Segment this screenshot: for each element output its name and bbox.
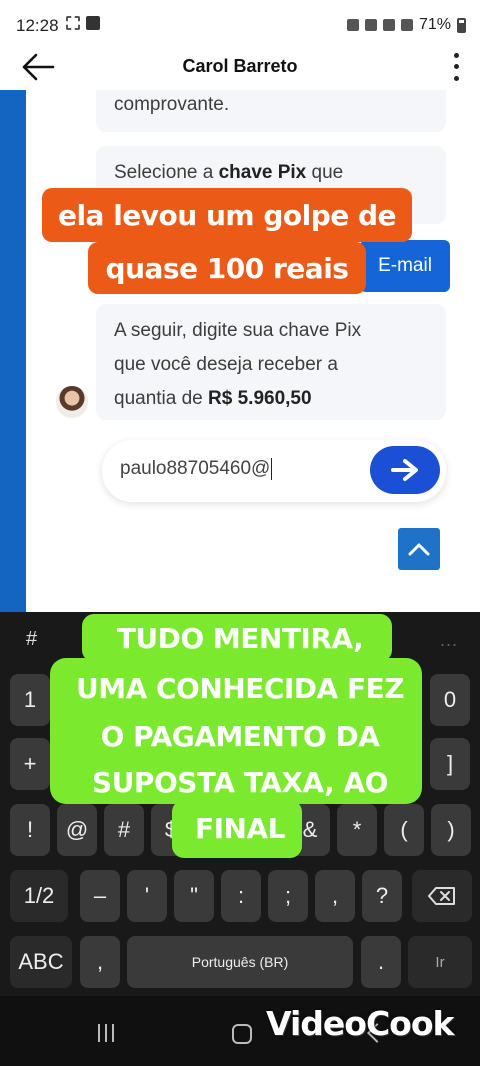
key-comma-symbol[interactable]: , <box>315 870 355 922</box>
message-text: que <box>306 162 344 183</box>
message-line: quantia de R$ 5.960,50 <box>114 382 428 416</box>
message-line: A seguir, digite sua chave Pix <box>114 320 362 341</box>
mute-icon <box>364 19 377 31</box>
caption-orange-line2: quase 100 reais <box>88 242 366 294</box>
message-text: quantia de <box>114 388 209 409</box>
recents-icon <box>98 1024 100 1042</box>
text-caret <box>271 458 273 480</box>
battery-percent: 71% <box>418 16 451 33</box>
caption-green-line5: FINAL <box>195 812 286 845</box>
message-line: que você deseja receber a <box>114 354 338 375</box>
caption-green-line1: TUDO MENTIRA, <box>116 622 364 655</box>
puzzle-icon <box>86 16 100 30</box>
status-bar: 12:28 71% <box>0 0 480 48</box>
comma-key[interactable]: , <box>80 936 120 988</box>
more-dot-icon <box>453 75 459 81</box>
amount-value: R$ 5.960,50 <box>208 388 312 409</box>
backspace-key[interactable] <box>412 870 472 922</box>
more-dot-icon <box>453 53 459 59</box>
abc-key[interactable]: ABC <box>10 936 72 988</box>
key-question[interactable]: ? <box>362 870 402 922</box>
keyboard-options-icon[interactable]: ... <box>440 630 458 651</box>
input-text: paulo88705460@ <box>120 458 271 480</box>
status-right: 71% <box>346 16 466 34</box>
message-bubble: A seguir, digite sua chave Pix que você … <box>96 304 446 420</box>
key-semicolon[interactable]: ; <box>268 870 308 922</box>
symbol-toggle[interactable]: # <box>26 628 37 651</box>
scroll-to-top-button[interactable] <box>398 528 440 570</box>
watermark-logo: VideoCook <box>266 1004 454 1043</box>
side-stripe <box>0 90 26 612</box>
alarm-icon <box>346 19 359 31</box>
backspace-icon <box>428 887 455 905</box>
caption-green-line4: SUPOSTA TAXA, AO <box>92 766 388 799</box>
key-colon[interactable]: : <box>221 870 261 922</box>
more-dot-icon <box>453 64 459 70</box>
recents-icon <box>105 1024 107 1042</box>
battery-icon <box>457 17 466 33</box>
avatar <box>56 386 88 418</box>
message-bubble: comprovante. <box>96 90 446 132</box>
key-apostrophe[interactable]: ' <box>127 870 167 922</box>
status-time: 12:28 <box>16 16 59 35</box>
space-key[interactable]: Português (BR) <box>127 936 353 988</box>
chat-title: Carol Barreto <box>182 56 298 76</box>
chevron-up-icon <box>408 543 430 556</box>
more-options-button[interactable] <box>448 50 464 84</box>
home-button[interactable] <box>232 1024 252 1044</box>
screenshot-icon <box>66 16 80 30</box>
key-quote[interactable]: " <box>174 870 214 922</box>
message-text: comprovante. <box>114 94 230 115</box>
caption-green-line2: UMA CONHECIDA FEZ <box>75 672 405 705</box>
caption-orange-line1: ela levou um golpe de <box>42 188 412 242</box>
app-header: Carol Barreto <box>0 44 480 90</box>
send-arrow-icon <box>391 459 418 481</box>
wifi-icon <box>382 19 395 31</box>
notification-icons <box>66 16 100 30</box>
go-key[interactable]: Ir <box>408 936 472 988</box>
recents-icon <box>112 1024 114 1042</box>
key-page-toggle[interactable]: 1/2 <box>10 870 68 922</box>
message-bold: chave Pix <box>218 162 307 183</box>
caption-green-line3: O PAGAMENTO DA <box>100 720 380 753</box>
period-key[interactable]: . <box>361 936 401 988</box>
signal-icon <box>400 19 413 31</box>
chat-area[interactable]: comprovante. Selecione a chave Pix que E… <box>0 90 480 612</box>
key-dash[interactable]: – <box>80 870 120 922</box>
message-input-value[interactable]: paulo88705460@ <box>120 458 273 480</box>
email-option-button[interactable]: E-mail <box>360 240 450 292</box>
send-button[interactable] <box>370 446 440 494</box>
recents-button[interactable] <box>98 1024 114 1042</box>
message-text: Selecione a <box>114 162 219 183</box>
